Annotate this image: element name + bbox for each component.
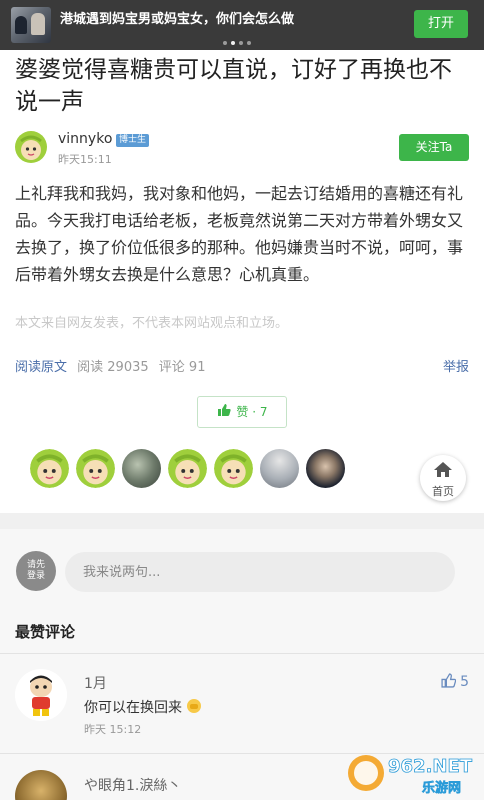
- comment-like-count: 5: [460, 674, 469, 690]
- author-avatar[interactable]: [15, 131, 47, 163]
- article-meta: 阅读原文 阅读 29035 评论 91: [15, 356, 211, 375]
- login-line-2: 登录: [26, 571, 45, 581]
- commenter-avatar[interactable]: [15, 669, 67, 721]
- banner-thumbnail: [11, 7, 51, 43]
- thumbs-up-outline-icon: [441, 673, 456, 692]
- comment-text: 你可以在换回来: [84, 697, 202, 718]
- like-label: 赞: [236, 405, 249, 419]
- watermark-bottom-text: 乐游网: [422, 780, 461, 796]
- login-line-1: 请先: [26, 560, 45, 570]
- login-prompt-avatar[interactable]: 请先 登录: [16, 551, 56, 591]
- comment-text-content: 你可以在换回来: [84, 700, 182, 716]
- carousel-dots: [223, 41, 251, 45]
- author-level-badge: 博士生: [116, 134, 150, 147]
- home-label: 首页: [432, 485, 454, 498]
- author-name[interactable]: vinnyko: [58, 131, 112, 147]
- site-watermark-logo: 962.NET 乐游网: [342, 748, 482, 798]
- liker-avatar[interactable]: [122, 449, 161, 488]
- article-body: 上礼拜我和我妈，我对象和他妈，一起去订结婚用的喜糖还有礼品。今天我打电话给老板，…: [15, 184, 464, 284]
- thumbs-up-icon: [217, 398, 231, 428]
- home-icon: [420, 455, 466, 482]
- divider: [0, 653, 484, 654]
- read-count: 阅读 29035: [77, 360, 149, 375]
- liker-avatar[interactable]: [260, 449, 299, 488]
- commenter-name[interactable]: や眼角1.淚絲丶: [84, 775, 181, 795]
- app-download-banner: 港城遇到妈宝男或妈宝女，你们会怎么做 打开: [0, 0, 484, 50]
- comment-time: 昨天 15:12: [84, 723, 142, 736]
- like-count: 7: [259, 405, 268, 419]
- report-link[interactable]: 举报: [443, 356, 469, 375]
- section-gap: [0, 513, 484, 529]
- liker-avatar[interactable]: [168, 449, 207, 488]
- like-button[interactable]: 赞 · 7: [197, 396, 287, 428]
- commenter-name[interactable]: 1月: [84, 673, 107, 693]
- follow-button[interactable]: 关注Ta: [399, 134, 469, 161]
- post-time: 昨天15:11: [58, 153, 112, 166]
- comment-input[interactable]: [65, 552, 455, 592]
- liker-avatar[interactable]: [30, 449, 69, 488]
- banner-headline[interactable]: 港城遇到妈宝男或妈宝女，你们会怎么做: [60, 8, 294, 27]
- liker-avatar[interactable]: [76, 449, 115, 488]
- liker-avatar[interactable]: [306, 449, 345, 488]
- read-original-link[interactable]: 阅读原文: [15, 360, 67, 375]
- open-app-button[interactable]: 打开: [414, 10, 468, 38]
- article-title: 婆婆觉得喜糖贵可以直说，订好了再换也不说一声: [15, 57, 452, 115]
- liker-avatar[interactable]: [214, 449, 253, 488]
- liker-avatars: [30, 449, 345, 488]
- like-separator: ·: [252, 405, 257, 419]
- fist-emoji-icon: [186, 698, 202, 718]
- comment-count: 评论 91: [158, 360, 206, 375]
- comment-like-button[interactable]: 5: [441, 673, 469, 692]
- disclaimer: 本文来自网友发表，不代表本网站观点和立场。: [15, 316, 289, 331]
- hot-comments-title: 最赞评论: [15, 623, 76, 641]
- home-button[interactable]: 首页: [420, 455, 466, 501]
- watermark-top-text: 962.NET: [388, 756, 473, 777]
